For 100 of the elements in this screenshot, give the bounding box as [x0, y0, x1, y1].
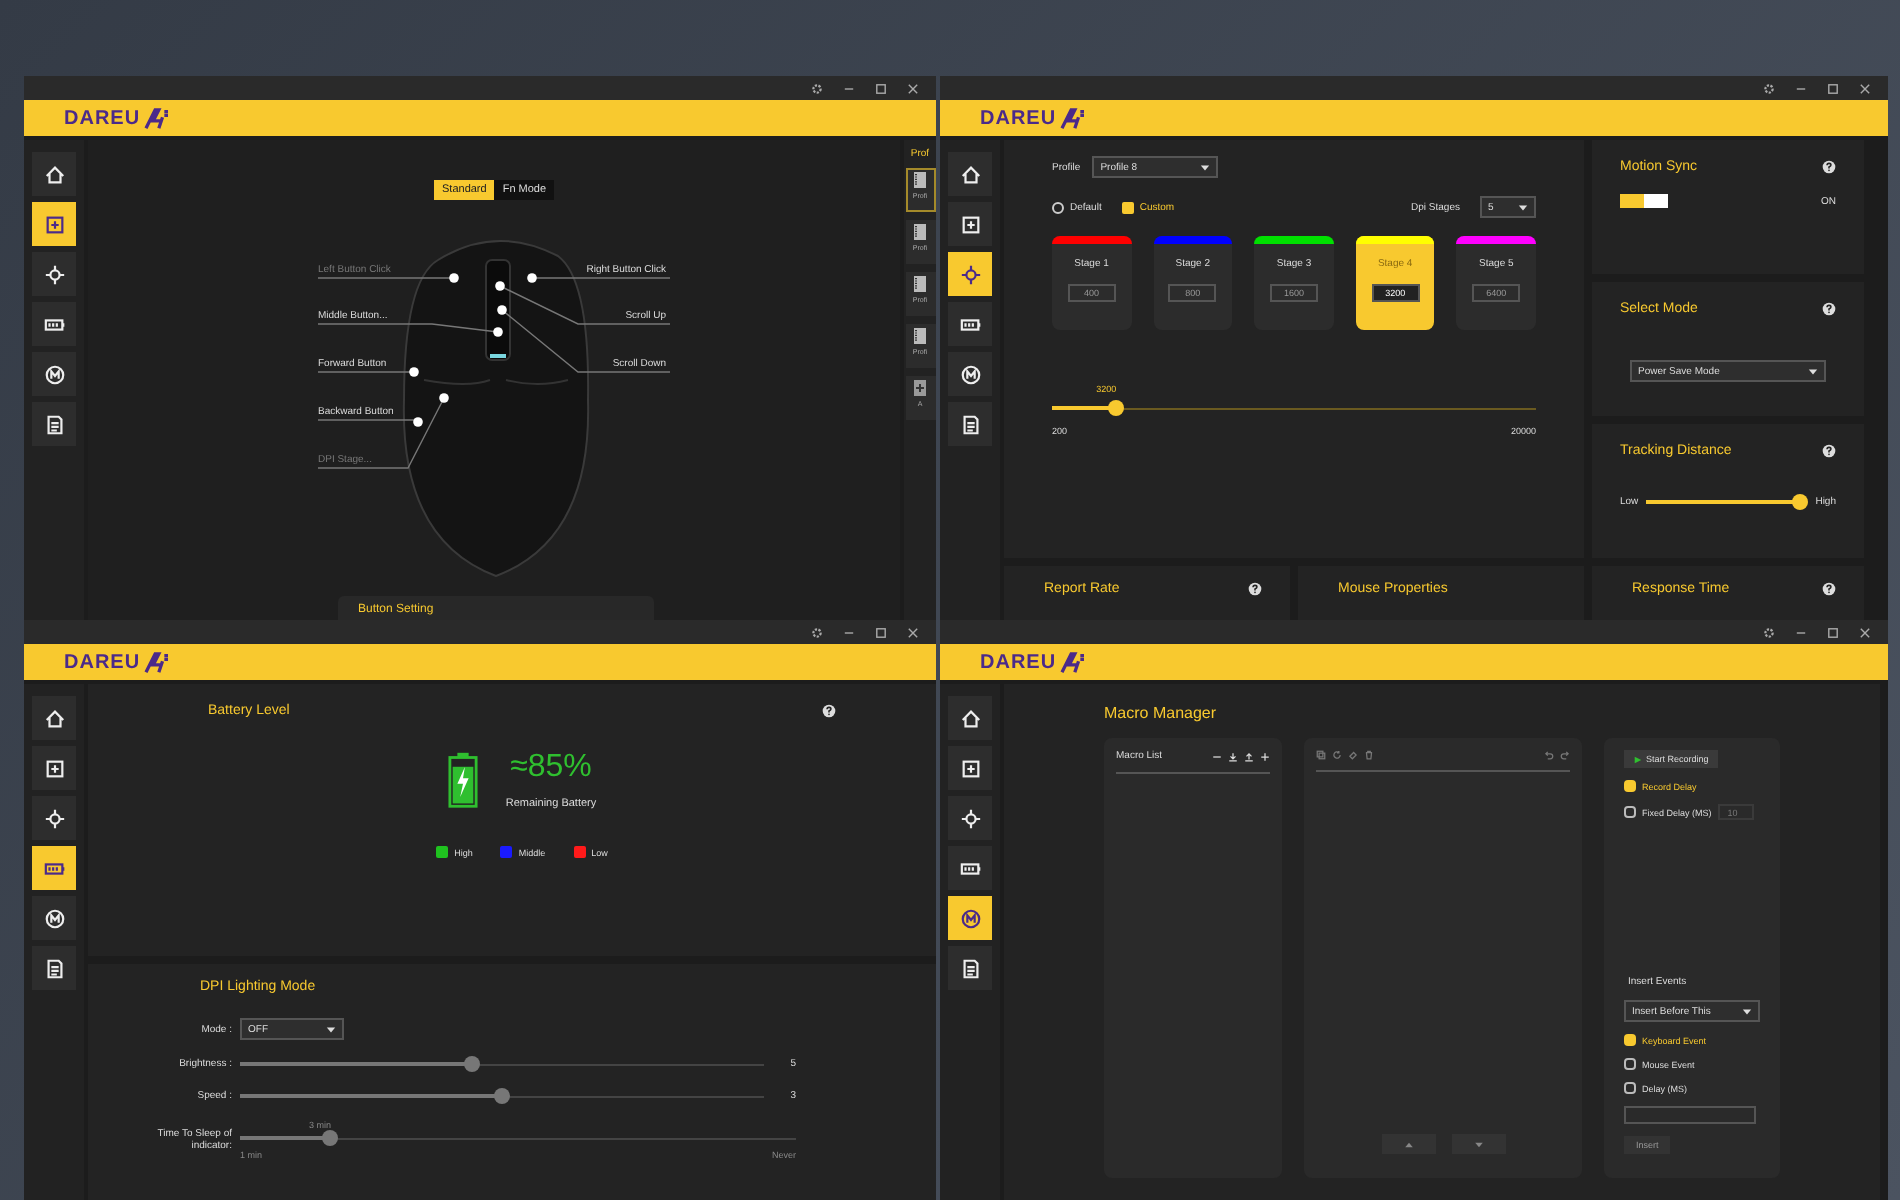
- nav-button[interactable]: [948, 696, 992, 740]
- maximize-icon[interactable]: [1826, 81, 1840, 95]
- copy-icon[interactable]: [1316, 750, 1326, 760]
- undo-icon[interactable]: [1544, 750, 1554, 760]
- nav-button[interactable]: [948, 896, 992, 940]
- minus-icon[interactable]: [1212, 751, 1222, 761]
- nav-button[interactable]: [32, 352, 76, 396]
- close-icon[interactable]: [1858, 81, 1872, 95]
- nav-button[interactable]: [32, 252, 76, 296]
- nav-button[interactable]: [948, 152, 992, 196]
- download-icon[interactable]: [1228, 751, 1238, 761]
- delay-input-field[interactable]: [1624, 1106, 1756, 1124]
- checkbox[interactable]: [1624, 1082, 1636, 1094]
- play-icon: [1634, 755, 1642, 763]
- home-icon: [959, 707, 981, 729]
- logo-text: DAREU: [980, 107, 1057, 129]
- nav-button[interactable]: [948, 402, 992, 446]
- panel-title: Macro Manager: [1104, 704, 1219, 722]
- nav-button[interactable]: [948, 302, 992, 346]
- upload-icon[interactable]: [1244, 751, 1254, 761]
- settings-icon[interactable]: [1762, 81, 1776, 95]
- redo-icon[interactable]: [1560, 750, 1570, 760]
- help-icon[interactable]: [1248, 582, 1262, 596]
- help-icon[interactable]: [1822, 160, 1836, 174]
- crosshair-icon: [959, 807, 981, 829]
- nav-button[interactable]: [948, 746, 992, 790]
- nav-button[interactable]: [32, 302, 76, 346]
- home-icon: [959, 163, 981, 185]
- battery-percentage: ≈85%: [510, 750, 592, 786]
- eraser-icon[interactable]: [1348, 750, 1358, 760]
- slider-thumb[interactable]: [1108, 400, 1125, 416]
- home-icon: [43, 707, 65, 729]
- nav-button[interactable]: [948, 796, 992, 840]
- toggle-switch[interactable]: [1620, 194, 1668, 208]
- nav-button[interactable]: [948, 352, 992, 396]
- crosshair-icon: [959, 263, 981, 285]
- checkbox[interactable]: [1624, 806, 1636, 818]
- triangle-down-icon: [1473, 1141, 1483, 1147]
- hotspot-dot[interactable]: [409, 367, 419, 377]
- nav-button[interactable]: [32, 402, 76, 446]
- slider-thumb[interactable]: [1791, 494, 1808, 510]
- home-icon: [43, 163, 65, 185]
- hotspot-dot[interactable]: [497, 305, 507, 315]
- nav-button[interactable]: [32, 202, 76, 246]
- close-icon[interactable]: [906, 625, 920, 639]
- hotspot-dot[interactable]: [493, 327, 503, 337]
- hotspot-dot[interactable]: [413, 417, 423, 427]
- checkbox[interactable]: [1624, 780, 1636, 792]
- leader-line: [317, 277, 455, 279]
- slider-thumb[interactable]: [321, 1130, 337, 1146]
- nav-button[interactable]: [32, 946, 76, 990]
- battery-charging-icon: [447, 750, 478, 810]
- plus-square-icon: [959, 213, 981, 235]
- settings-icon[interactable]: [810, 81, 824, 95]
- help-icon[interactable]: [1822, 444, 1836, 458]
- checkbox[interactable]: [1624, 1058, 1636, 1070]
- settings-icon[interactable]: [810, 625, 824, 639]
- plus-icon: [914, 380, 926, 396]
- nav-button[interactable]: [948, 252, 992, 296]
- nav-button[interactable]: [32, 152, 76, 196]
- help-icon[interactable]: [1822, 582, 1836, 596]
- maximize-icon[interactable]: [1826, 625, 1840, 639]
- logo-mark-icon: [1060, 107, 1087, 129]
- leader-line: [317, 371, 415, 373]
- logo-mark-icon: [144, 107, 171, 129]
- plus-square-icon: [43, 757, 65, 779]
- plus-icon[interactable]: [1260, 751, 1270, 761]
- circle-m-icon: [43, 363, 65, 385]
- hotspot-dot[interactable]: [495, 281, 505, 291]
- close-icon[interactable]: [906, 81, 920, 95]
- trash-icon[interactable]: [1364, 750, 1374, 760]
- document-icon: [959, 957, 981, 979]
- logo-mark-icon: [144, 651, 171, 673]
- nav-button[interactable]: [32, 696, 76, 740]
- maximize-icon[interactable]: [874, 81, 888, 95]
- logo-text: DAREU: [64, 651, 141, 673]
- profile-icon: [914, 172, 926, 188]
- hotspot-dot[interactable]: [527, 273, 537, 283]
- nav-button[interactable]: [948, 946, 992, 990]
- settings-icon[interactable]: [1762, 625, 1776, 639]
- battery-icon: [959, 313, 981, 335]
- caret-icon: [326, 1025, 336, 1033]
- circle-m-icon: [959, 363, 981, 385]
- checkbox[interactable]: [1624, 1034, 1636, 1046]
- nav-button[interactable]: [948, 846, 992, 890]
- nav-button[interactable]: [32, 846, 76, 890]
- close-icon[interactable]: [1858, 625, 1872, 639]
- nav-button[interactable]: [32, 796, 76, 840]
- battery-icon: [43, 313, 65, 335]
- hotspot-dot[interactable]: [439, 393, 449, 403]
- nav-button[interactable]: [32, 896, 76, 940]
- help-icon[interactable]: [822, 704, 836, 718]
- nav-button[interactable]: [32, 746, 76, 790]
- refresh-icon[interactable]: [1332, 750, 1342, 760]
- help-icon[interactable]: [1822, 302, 1836, 316]
- nav-button[interactable]: [948, 202, 992, 246]
- tracking-slider[interactable]: [1646, 494, 1808, 510]
- maximize-icon[interactable]: [874, 625, 888, 639]
- battery-icon: [959, 857, 981, 879]
- hotspot-dot[interactable]: [449, 273, 459, 283]
